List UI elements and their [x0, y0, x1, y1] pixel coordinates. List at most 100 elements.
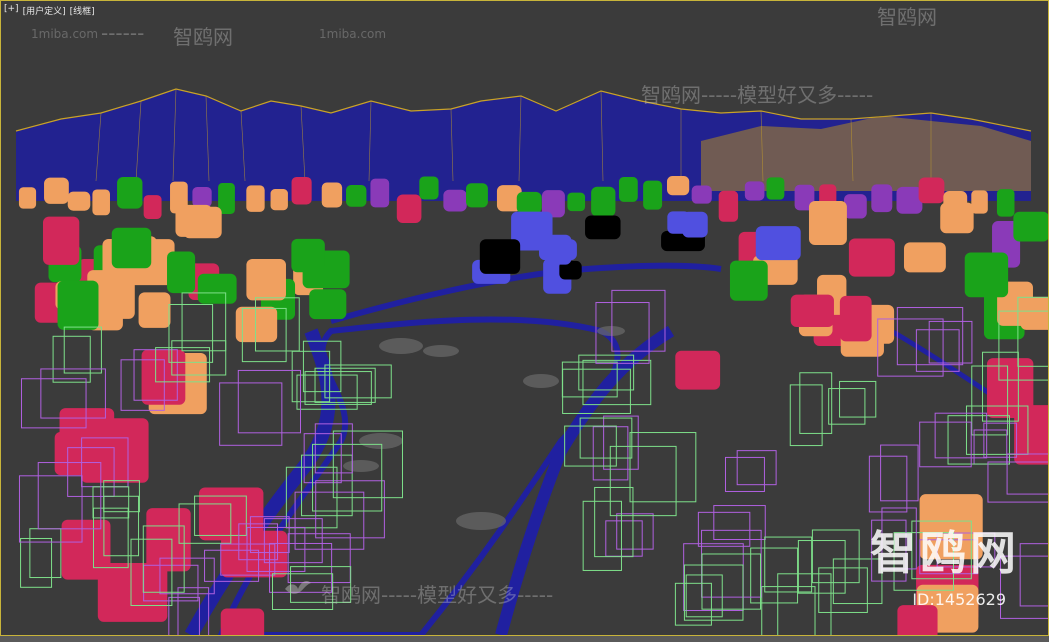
wireframe-building	[629, 432, 697, 503]
wireframe-building	[811, 529, 860, 584]
wireframe-building	[736, 450, 777, 486]
wireframe-building	[839, 380, 877, 418]
building	[547, 234, 572, 265]
building	[18, 187, 37, 209]
status-strip	[0, 636, 1049, 642]
building	[57, 280, 99, 330]
building	[839, 295, 872, 342]
wireframe-building	[616, 513, 654, 550]
wireframe-building	[828, 388, 866, 425]
building	[790, 294, 834, 328]
building	[246, 185, 265, 212]
terrain-mountains	[15, 88, 1032, 201]
building	[666, 176, 690, 196]
wireframe-building	[983, 422, 1018, 458]
wireframe-building	[683, 564, 744, 621]
building	[744, 181, 765, 201]
building	[618, 177, 638, 202]
viewport-shading-label[interactable]: [线框]	[70, 4, 95, 17]
building	[192, 186, 212, 208]
building	[443, 189, 467, 212]
building	[220, 608, 265, 635]
building	[940, 202, 974, 234]
building	[766, 177, 785, 200]
wireframe-building	[868, 455, 908, 513]
building	[309, 289, 347, 320]
building	[479, 239, 521, 274]
building	[117, 177, 143, 209]
bird-icon	[285, 581, 311, 594]
building	[218, 183, 235, 214]
wireframe-building	[934, 412, 988, 459]
building	[848, 238, 895, 277]
building	[321, 182, 343, 208]
building	[643, 180, 663, 210]
building	[111, 227, 152, 269]
building	[918, 177, 945, 204]
building	[682, 211, 708, 238]
building	[843, 194, 867, 219]
building	[871, 184, 893, 213]
building	[986, 358, 1034, 419]
building	[808, 201, 847, 245]
building	[971, 190, 988, 214]
building	[167, 251, 196, 294]
building	[419, 176, 439, 200]
road-far	[330, 262, 722, 324]
building	[183, 206, 222, 239]
building	[718, 190, 739, 222]
viewport-menu-plus[interactable]: [+]	[4, 4, 19, 17]
building	[92, 189, 110, 216]
building	[141, 349, 186, 405]
building	[567, 192, 586, 212]
building	[585, 215, 621, 240]
wireframe-building	[605, 520, 643, 557]
building	[691, 185, 712, 204]
wireframe-building	[609, 445, 677, 517]
building	[755, 226, 801, 261]
building	[291, 238, 325, 273]
wireframe-building	[761, 586, 816, 635]
wireframe-building	[724, 456, 765, 492]
3d-viewport[interactable]: [+] [用户定义] [线框] 1miba.com ------ 智鸥网 1mi…	[0, 0, 1049, 636]
wireframe-building	[582, 500, 622, 571]
wireframe-building	[594, 486, 634, 558]
building	[346, 185, 367, 207]
wireframe-building	[63, 326, 102, 374]
building	[675, 350, 721, 390]
building	[396, 194, 422, 224]
wireframe-building	[1019, 543, 1048, 607]
wireframe-building	[674, 582, 712, 626]
wireframe-building	[880, 444, 919, 502]
building	[964, 252, 1009, 298]
wireframe-building	[919, 421, 972, 468]
building	[516, 191, 542, 214]
building	[1013, 211, 1048, 242]
building	[67, 191, 91, 211]
building	[897, 605, 938, 635]
wireframe-building	[92, 486, 130, 519]
wireframe-building	[29, 528, 62, 579]
building	[44, 177, 69, 204]
brand-logo: 智鸥网	[870, 526, 1020, 580]
wireframe-building	[697, 511, 751, 547]
viewport-label[interactable]: [+] [用户定义] [线框]	[4, 4, 95, 17]
wireframe-building	[20, 537, 53, 588]
viewport-view-label[interactable]: [用户定义]	[23, 4, 66, 17]
wireframe-building	[237, 369, 302, 434]
wireframe-building	[789, 384, 823, 447]
wireframe-building	[701, 529, 762, 598]
wireframe-building	[701, 553, 762, 610]
wireframe-building	[219, 382, 283, 446]
wireframe-building	[52, 335, 91, 383]
building	[591, 186, 616, 217]
building	[138, 292, 171, 328]
building	[903, 242, 946, 273]
wireframe-building	[818, 567, 868, 613]
building	[996, 189, 1015, 217]
wireframe-building	[797, 540, 846, 594]
wireframe-building	[764, 536, 813, 593]
model-id: ID:1452629	[912, 590, 1006, 609]
building	[143, 195, 162, 219]
wireframe-building	[799, 372, 833, 434]
